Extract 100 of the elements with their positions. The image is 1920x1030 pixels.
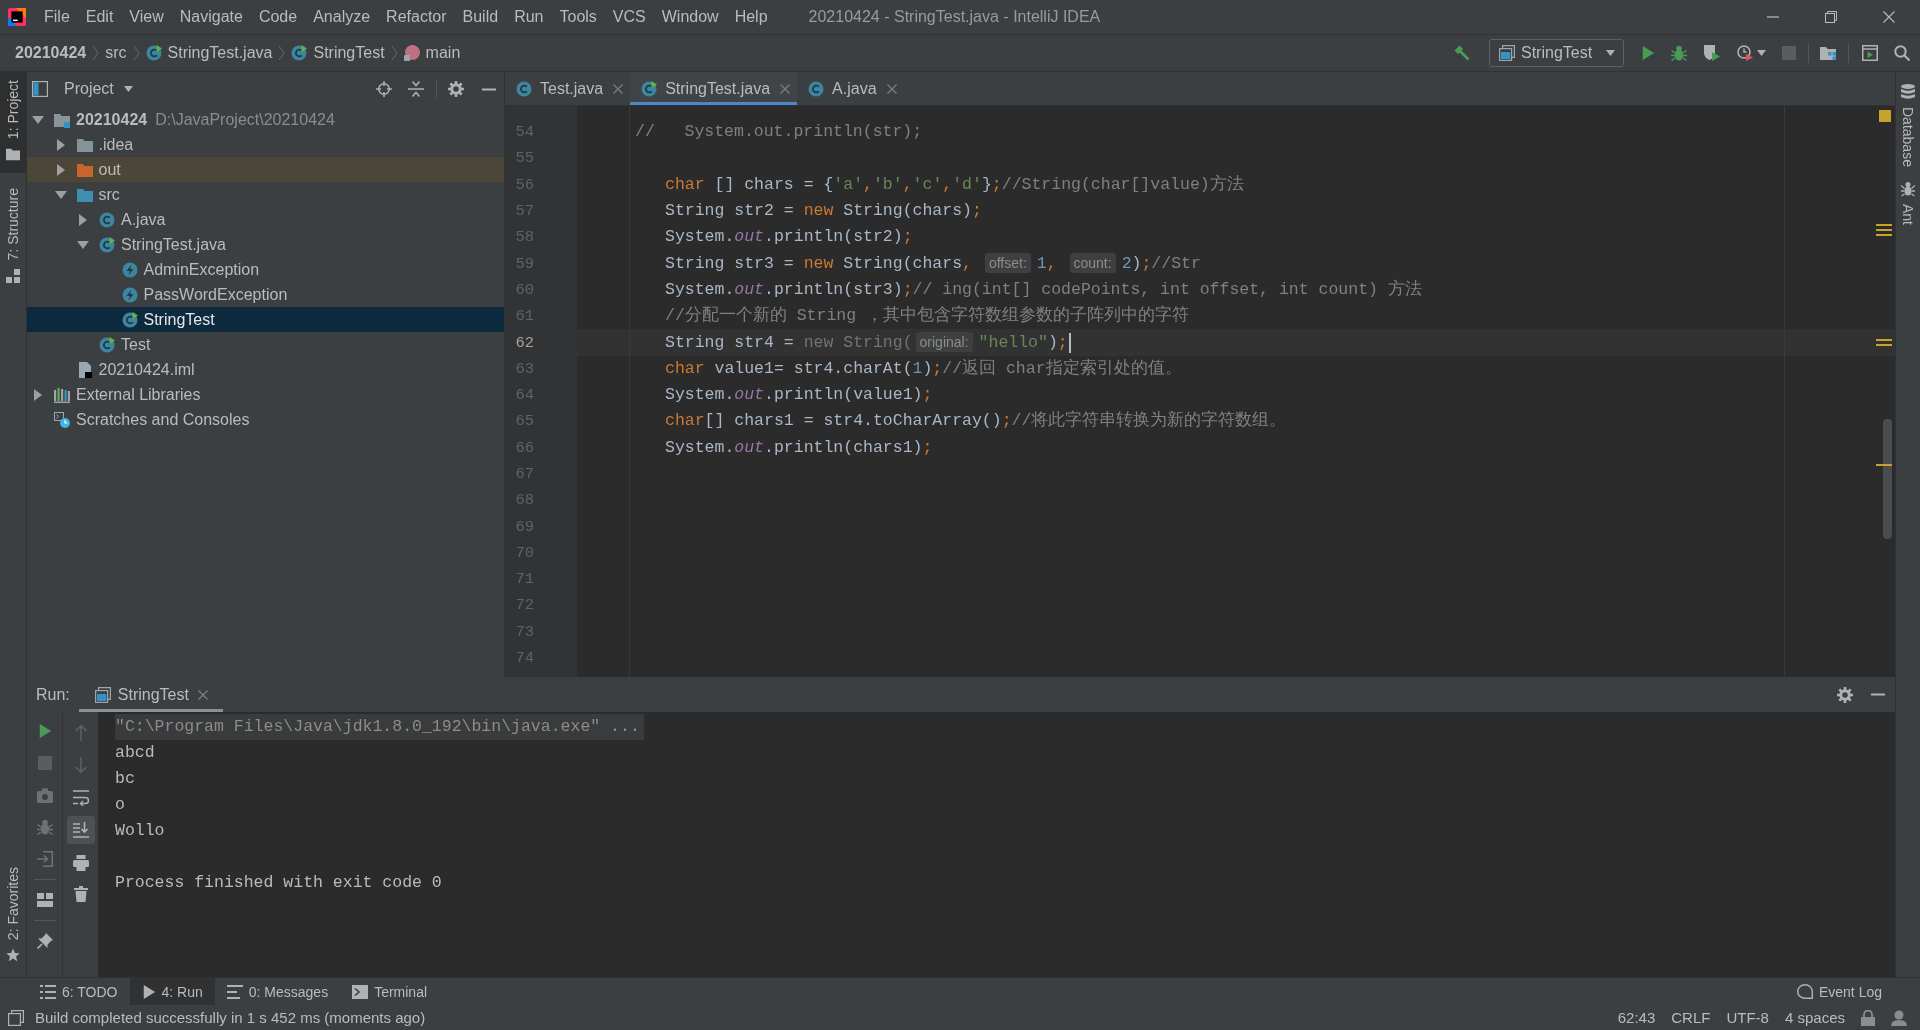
tool-window-button[interactable]: 2: Favorites — [0, 858, 26, 974]
editor-tab[interactable]: Test.java — [505, 72, 631, 105]
caret-position[interactable]: 62:43 — [1617, 1008, 1656, 1027]
caret-right-icon[interactable] — [79, 213, 87, 226]
editor-tab[interactable]: StringTest.java — [630, 72, 798, 105]
arrow-into-box-icon[interactable] — [36, 851, 53, 867]
line-separator[interactable]: CRLF — [1671, 1008, 1711, 1027]
close-icon[interactable] — [613, 83, 624, 94]
menu-item[interactable]: File — [36, 7, 78, 27]
clock-icon[interactable] — [1737, 45, 1753, 61]
file-encoding[interactable]: UTF-8 — [1726, 1008, 1769, 1027]
lock-icon[interactable] — [1861, 1009, 1875, 1026]
close-icon[interactable] — [886, 83, 897, 94]
indent-setting[interactable]: 4 spaces — [1784, 1008, 1845, 1027]
tool-window-button[interactable]: 7: Structure — [0, 180, 26, 295]
menu-item[interactable]: Run — [506, 7, 552, 27]
tree-item[interactable]: 20210424.iml — [76, 359, 195, 380]
caret-down-icon[interactable] — [1757, 50, 1766, 56]
editor-tab[interactable]: A.java — [797, 72, 904, 105]
scrollbar-thumb[interactable] — [1883, 419, 1892, 539]
caret-right-icon[interactable] — [56, 163, 65, 176]
close-icon[interactable] — [197, 689, 208, 700]
camera-icon[interactable] — [36, 788, 53, 803]
tree-item[interactable]: out — [76, 159, 121, 180]
breadcrumb-item[interactable]: src — [105, 43, 127, 63]
library-bars-icon — [54, 386, 70, 403]
scroll-to-end-icon[interactable] — [66, 816, 95, 844]
settings-icon[interactable] — [448, 81, 464, 97]
collapse-all-icon[interactable] — [408, 81, 424, 97]
close-icon[interactable] — [780, 83, 791, 94]
project-view-dropdown[interactable]: Project — [32, 79, 133, 99]
tool-window-button[interactable]: 0: Messages — [214, 978, 341, 1005]
menu-item[interactable]: Tools — [551, 7, 605, 27]
soft-wrap-icon[interactable] — [72, 790, 89, 806]
menu-item[interactable]: Navigate — [171, 7, 251, 27]
trash-icon[interactable] — [73, 886, 88, 902]
search-icon[interactable] — [1894, 45, 1910, 61]
terminal-icon — [352, 984, 369, 999]
caret-down-icon[interactable] — [54, 190, 67, 199]
caret-right-icon[interactable] — [34, 388, 42, 401]
run-icon[interactable] — [37, 723, 52, 739]
panels-icon[interactable] — [8, 1009, 24, 1026]
code-line: char [] chars = {'a','b','c','d'};//String(char[]value)方法 — [665, 173, 1244, 196]
tree-item[interactable]: StringTest.java — [99, 234, 226, 255]
menu-item[interactable]: Edit — [77, 7, 122, 27]
restore-icon[interactable] — [1825, 11, 1837, 23]
hammer-icon[interactable] — [1454, 45, 1470, 61]
list-icon — [40, 983, 56, 1000]
menu-item[interactable]: Build — [454, 7, 507, 27]
menu-item[interactable]: View — [121, 7, 172, 27]
folder-grid-icon[interactable] — [1820, 45, 1836, 61]
breadcrumb-item[interactable]: 20210424 — [15, 43, 87, 63]
bug-icon[interactable] — [1671, 45, 1687, 61]
tool-window-button[interactable]: 4: Run — [129, 978, 215, 1005]
tree-item[interactable]: A.java — [99, 209, 166, 230]
tool-window-button[interactable]: Database — [1900, 84, 1916, 167]
tree-item[interactable]: External Libraries — [54, 384, 201, 405]
menu-item[interactable]: Analyze — [305, 7, 379, 27]
lightning-circle-icon — [121, 261, 138, 278]
minimize-icon[interactable] — [482, 87, 496, 91]
tool-window-button[interactable]: Ant — [1900, 180, 1916, 225]
shield-run-icon[interactable] — [1704, 45, 1720, 61]
tool-window-button[interactable]: 1: Project — [0, 72, 26, 174]
settings-icon[interactable] — [1837, 686, 1853, 703]
menu-item[interactable]: Help — [726, 7, 776, 27]
menu-item[interactable]: Window — [653, 7, 727, 27]
tree-item[interactable]: .idea — [76, 134, 134, 155]
runnable-class-icon — [121, 311, 138, 328]
tree-item[interactable]: PassWordException — [121, 284, 288, 305]
tool-window-button[interactable]: Event Log — [1796, 982, 1882, 1001]
code-line: System.out.println(str2); — [665, 226, 913, 249]
printer-icon[interactable] — [72, 855, 89, 871]
tree-item[interactable]: Test — [99, 334, 151, 355]
layout-icon[interactable] — [36, 892, 53, 908]
window-play-icon[interactable] — [1862, 45, 1878, 61]
breadcrumb-item[interactable]: StringTest.java — [145, 43, 273, 63]
crosshair-icon[interactable] — [376, 81, 392, 97]
pin-icon[interactable] — [36, 933, 53, 949]
person-icon[interactable] — [1891, 1009, 1907, 1026]
run-configuration-dropdown[interactable]: StringTest — [1489, 39, 1624, 67]
breadcrumb-item[interactable]: main — [403, 43, 461, 63]
caret-down-icon[interactable] — [32, 115, 44, 124]
caret-right-icon[interactable] — [56, 138, 65, 151]
tree-item[interactable]: 20210424 D:\JavaProject\20210424 — [54, 109, 335, 130]
menu-item[interactable]: VCS — [604, 7, 654, 27]
code-line: String str2 = new String(chars); — [665, 200, 982, 223]
speech-bubble-icon — [1796, 984, 1813, 999]
tree-item[interactable]: Scratches and Consoles — [54, 409, 250, 430]
menu-item[interactable]: Code — [250, 7, 306, 27]
breadcrumb-item[interactable]: StringTest — [291, 43, 385, 63]
caret-down-icon[interactable] — [77, 240, 89, 249]
close-icon[interactable] — [1883, 11, 1895, 23]
run-icon[interactable] — [1641, 45, 1655, 61]
tree-item[interactable]: StringTest — [121, 309, 215, 330]
tree-item[interactable]: src — [76, 184, 120, 205]
tree-item[interactable]: AdminException — [121, 259, 260, 280]
menu-item[interactable]: Refactor — [378, 7, 455, 27]
tool-window-button[interactable]: Terminal — [340, 978, 440, 1005]
bug-icon[interactable] — [36, 819, 53, 835]
tool-window-button[interactable]: 6: TODO — [28, 978, 130, 1005]
